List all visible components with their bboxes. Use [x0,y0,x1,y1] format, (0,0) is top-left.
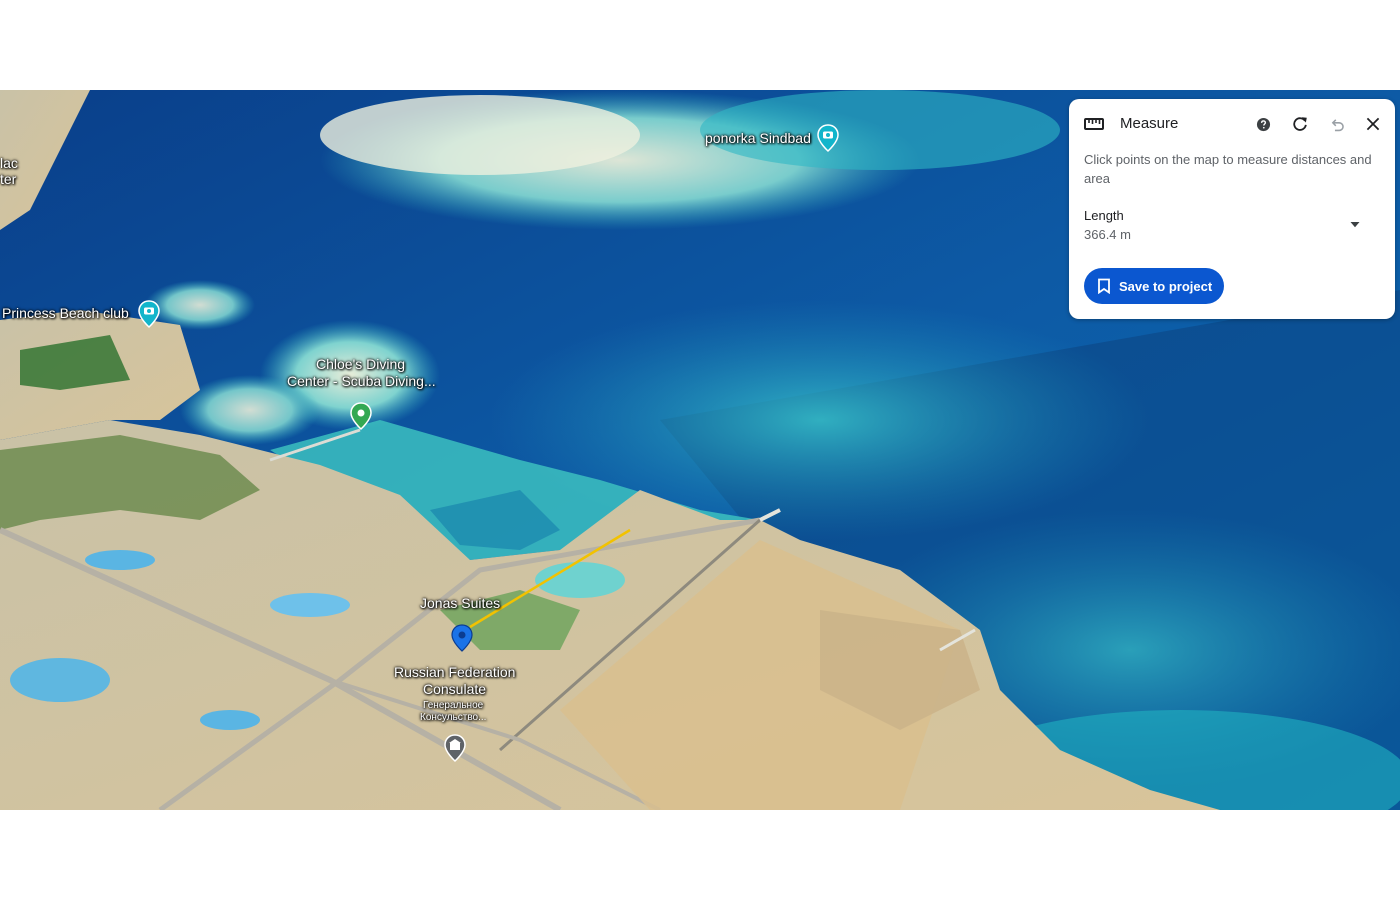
label-edge-top: lac [0,155,18,171]
chevron-down-icon [1350,222,1360,228]
refresh-button[interactable] [1289,113,1311,135]
close-button[interactable] [1362,113,1384,135]
building-pin-icon[interactable] [444,734,466,762]
label-edge-bottom: ter [0,171,17,187]
undo-button[interactable] [1326,113,1348,135]
help-icon [1256,117,1270,131]
unit-dropdown-button[interactable] [1342,212,1368,238]
label-chloes-diving-line2[interactable]: Center - Scuba Diving... [287,373,436,389]
panel-description: Click points on the map to measure dista… [1084,152,1372,186]
label-chloes-diving-line1[interactable]: Chloe's Diving [316,356,405,372]
panel-title: Measure [1120,115,1179,132]
close-icon [1366,117,1380,131]
help-button[interactable] [1252,113,1274,135]
save-to-project-button[interactable]: Save to project [1084,268,1224,304]
length-label: Length [1084,208,1124,223]
panel-header: Measure [1069,99,1395,149]
refresh-icon [1293,117,1307,131]
label-jonas-suites[interactable]: Jonas Suites [420,595,500,611]
measure-panel: Measure Click points on the map to measu… [1069,99,1395,319]
label-russian-consulate-line4[interactable]: Консульство... [420,712,486,723]
undo-icon [1331,118,1344,131]
ruler-icon [1084,115,1104,133]
label-ponorka-sindbad[interactable]: ponorka Sindbad [705,130,811,146]
place-pin-icon[interactable] [451,624,473,652]
length-block: Length 366.4 m [1084,206,1131,244]
camera-pin-icon[interactable] [817,124,839,152]
label-russian-consulate-line3[interactable]: Генеральное [423,700,483,711]
label-princess-beach-club[interactable]: Princess Beach club [2,305,129,321]
length-value: 366.4 m [1084,227,1131,242]
camera-pin-icon[interactable] [138,300,160,328]
label-russian-consulate-line1[interactable]: Russian Federation [394,664,515,680]
bookmark-icon [1098,278,1110,294]
label-russian-consulate-line2[interactable]: Consulate [423,681,486,697]
place-pin-icon[interactable] [350,402,372,430]
save-to-project-label: Save to project [1119,278,1213,294]
